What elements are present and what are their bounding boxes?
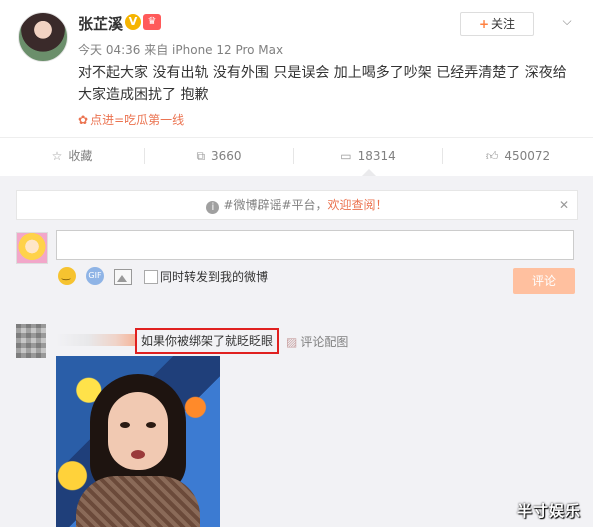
rumor-notice: i #微博辟谣#平台，欢迎查阅！ ✕ (16, 190, 578, 220)
post-text: 对不起大家 没有出轨 没有外围 只是误会 加上喝多了吵架 已经弄清楚了 深夜给大… (78, 65, 567, 103)
comment-icon: ▭ (340, 149, 352, 163)
repost-label: 同时转发到我的微博 (160, 270, 269, 284)
repost-icon: ⧉ (196, 149, 206, 163)
like-count: 450072 (504, 149, 551, 163)
comment-count: 18314 (357, 149, 396, 163)
commenter-avatar[interactable] (16, 324, 46, 358)
chevron-down-icon[interactable]: ⌵ (560, 14, 574, 28)
action-bar: ☆ 收藏 ⧉ 3660 ▭ 18314 👍︎ 450072 (0, 137, 593, 174)
comment-image-link[interactable]: ▨ 评论配图 (286, 333, 348, 350)
commenter-name[interactable] (56, 334, 136, 346)
like-button[interactable]: 👍︎ 450072 (443, 138, 593, 174)
author-avatar[interactable] (18, 12, 68, 62)
follow-button[interactable]: + 关注 (460, 12, 534, 36)
watermark: 半寸娱乐 (516, 502, 581, 520)
thumbs-up-icon: 👍︎ (485, 149, 499, 163)
post-source: 来自 iPhone 12 Pro Max (144, 43, 284, 57)
comment-input[interactable] (56, 230, 574, 260)
notice-prefix: #微博辟谣#平台， (223, 198, 328, 212)
image-body (76, 476, 200, 527)
star-icon: ☆ (51, 149, 63, 163)
comment-image-link-label: 评论配图 (300, 335, 349, 349)
verified-icon: V (125, 14, 141, 30)
comment-area: i#微博辟谣#平台，欢迎查阅！ ✕ GIF 同时转发到我的微博 评论 如果你被绑… (0, 176, 593, 527)
topic-link-label: 点进=吃瓜第一线 (90, 113, 185, 127)
repost-count: 3660 (211, 149, 242, 163)
repost-button[interactable]: ⧉ 3660 (145, 138, 293, 174)
submit-comment-button[interactable]: 评论 (513, 268, 575, 294)
image-eye (146, 422, 156, 428)
crown-icon: ♛ (143, 14, 161, 30)
image-icon[interactable] (114, 269, 132, 285)
repost-checkbox[interactable] (144, 270, 158, 284)
comment-image[interactable] (56, 356, 220, 527)
favorite-button[interactable]: ☆ 收藏 (0, 138, 144, 174)
close-icon[interactable]: ✕ (559, 191, 569, 219)
topic-link[interactable]: ✿ 点进=吃瓜第一线 (78, 111, 184, 128)
info-icon: i (206, 201, 220, 214)
my-avatar (16, 232, 48, 264)
post-time[interactable]: 今天 04:36 (78, 43, 140, 57)
emoji-icon[interactable] (58, 267, 76, 285)
comment-text: 如果你被绑架了就眨眨眼 (135, 328, 280, 354)
notice-link[interactable]: 欢迎查阅！ (328, 198, 388, 212)
weibo-post-card: 张芷溪 V ♛ + 关注 ⌵ 今天 04:36 来自 iPhone 12 Pro … (0, 0, 593, 527)
flower-icon: ✿ (78, 113, 89, 127)
author-name[interactable]: 张芷溪 (78, 13, 123, 34)
image-eye (120, 422, 130, 428)
plus-icon: + (478, 17, 490, 31)
gif-icon[interactable]: GIF (86, 267, 104, 285)
picture-icon: ▨ (286, 335, 298, 349)
favorite-label: 收藏 (68, 149, 93, 163)
caret-up-icon (362, 169, 376, 176)
image-mouth (131, 450, 145, 459)
follow-label: 关注 (491, 17, 516, 31)
post-meta: 今天 04:36 来自 iPhone 12 Pro Max (78, 41, 283, 58)
